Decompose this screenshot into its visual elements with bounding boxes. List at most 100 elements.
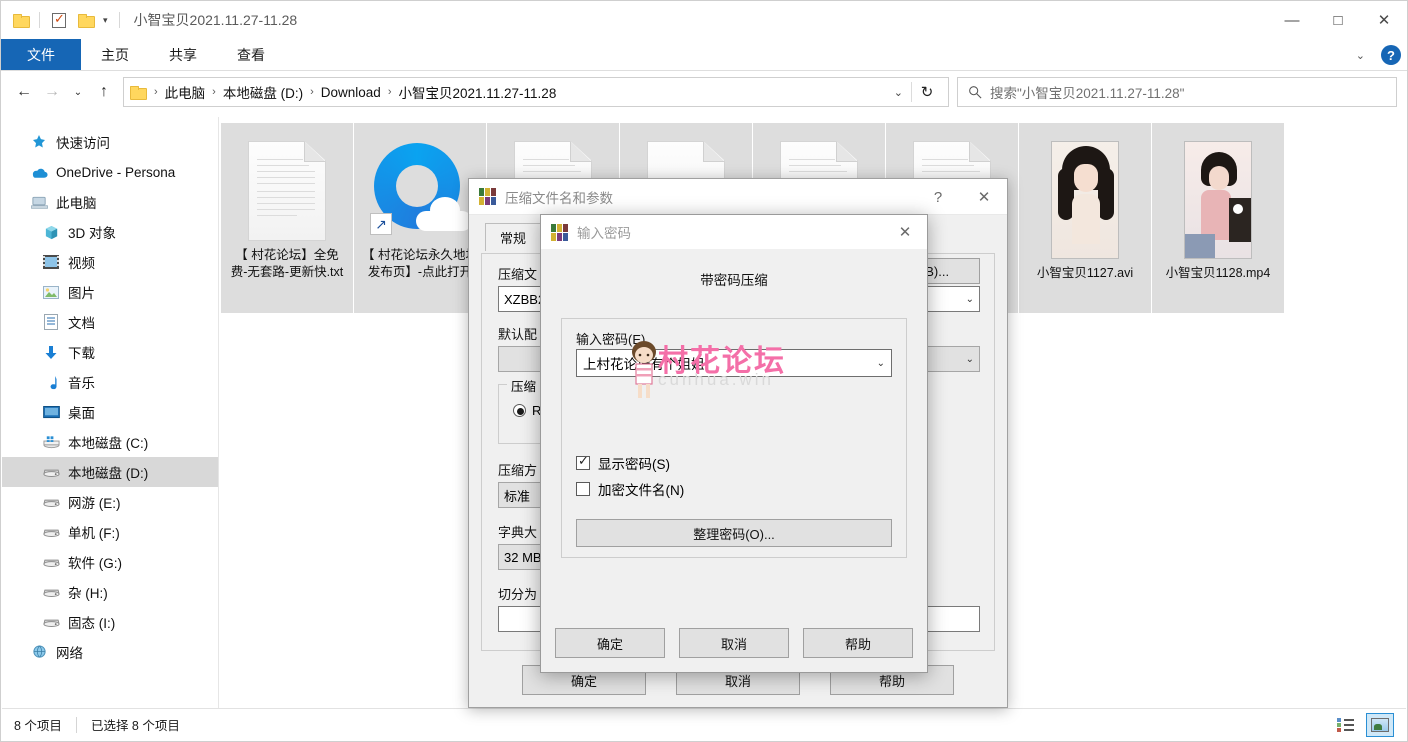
sidebar-item-label: 图片 <box>68 286 95 301</box>
tab-general[interactable]: 常规 <box>485 223 542 251</box>
sidebar-item-disk-h[interactable]: 杂 (H:) <box>2 577 218 607</box>
sidebar-item-label: 此电脑 <box>56 196 97 211</box>
folder-icon[interactable] <box>9 9 31 31</box>
help-icon[interactable]: ? <box>1381 45 1401 65</box>
breadcrumb-item-0[interactable]: 此电脑 <box>165 82 206 102</box>
large-icons-view-icon[interactable] <box>1366 712 1394 737</box>
search-input[interactable]: 搜索"小智宝贝2021.11.27-11.28" <box>990 82 1184 102</box>
tab-view[interactable]: 查看 <box>217 39 285 70</box>
search-box[interactable]: 搜索"小智宝贝2021.11.27-11.28" <box>957 77 1397 107</box>
sidebar-item-label: 杂 (H:) <box>68 586 108 601</box>
dialog-title-buttons: ? ✕ <box>915 179 1007 215</box>
show-password-row[interactable]: 显示密码(S) <box>576 453 670 473</box>
close-button[interactable]: ✕ <box>961 179 1007 215</box>
sidebar-item-pictures[interactable]: 图片 <box>2 277 218 307</box>
download-icon <box>42 343 60 361</box>
sidebar-item-label: 下载 <box>68 346 95 361</box>
search-icon <box>969 86 982 99</box>
chevron-down-icon[interactable]: ⌄ <box>877 358 885 369</box>
close-button[interactable]: ✕ <box>1361 1 1407 39</box>
divider <box>75 716 77 733</box>
star-pin-icon <box>30 133 48 151</box>
file-item[interactable]: 小智宝贝1127.avi <box>1019 123 1151 313</box>
maximize-button[interactable]: □ <box>1315 1 1361 39</box>
breadcrumb-item-1[interactable]: 本地磁盘 (D:) <box>223 82 303 102</box>
refresh-icon[interactable]: ↻ <box>912 83 942 101</box>
breadcrumb-item-2[interactable]: Download <box>321 85 381 100</box>
sidebar-item-disk-e[interactable]: 网游 (E:) <box>2 487 218 517</box>
quick-access-toolbar: ▾ <box>1 9 124 31</box>
minimize-button[interactable]: — <box>1269 1 1315 39</box>
chevron-down-icon[interactable]: ⌄ <box>966 354 974 365</box>
sidebar-item-label: OneDrive - Persona <box>56 164 176 180</box>
tab-home[interactable]: 主页 <box>81 39 149 70</box>
chevron-down-icon[interactable]: ▾ <box>100 15 111 26</box>
sidebar-item-disk-g[interactable]: 软件 (G:) <box>2 547 218 577</box>
sidebar-item-3d-objects[interactable]: 3D 对象 <box>2 217 218 247</box>
disk-icon <box>42 553 60 571</box>
cloud-icon <box>30 163 48 181</box>
title-bar: ▾ 小智宝贝2021.11.27-11.28 — □ ✕ <box>1 1 1407 39</box>
file-item[interactable]: ↗ 【 村花论坛永久地址发布页】-点此打开 <box>354 123 486 313</box>
close-button[interactable]: ✕ <box>883 215 927 249</box>
sidebar-item-documents[interactable]: 文档 <box>2 307 218 337</box>
cancel-button[interactable]: 取消 <box>679 628 789 658</box>
window-controls: — □ ✕ <box>1269 1 1407 39</box>
format-rar-radio[interactable] <box>513 404 526 417</box>
sidebar-item-quick-access[interactable]: 快速访问 <box>2 127 218 157</box>
file-name: 小智宝贝1128.mp4 <box>1165 266 1271 280</box>
dictionary-size-value: 32 MB <box>504 549 542 565</box>
breadcrumb-separator: › <box>310 86 314 98</box>
ok-button[interactable]: 确定 <box>555 628 665 658</box>
sidebar-item-downloads[interactable]: 下载 <box>2 337 218 367</box>
tab-file[interactable]: 文件 <box>1 39 81 70</box>
file-item[interactable]: 【 村花论坛】全免费-无套路-更新快.txt <box>221 123 353 313</box>
picture-icon <box>42 283 60 301</box>
navigation-pane: 快速访问 OneDrive - Persona 此电脑 3D 对象 视频 图片 … <box>2 117 219 708</box>
qq-browser-shortcut-icon: ↗ <box>370 141 472 241</box>
window-title: 小智宝贝2021.11.27-11.28 <box>133 12 298 28</box>
sidebar-item-disk-f[interactable]: 单机 (F:) <box>2 517 218 547</box>
sidebar-item-network[interactable]: 网络 <box>2 637 218 667</box>
new-folder-icon[interactable] <box>74 9 96 31</box>
music-icon <box>42 373 60 391</box>
item-count-label: 8 个项目 <box>14 719 62 733</box>
tab-share[interactable]: 共享 <box>149 39 217 70</box>
sidebar-item-local-disk-c[interactable]: 本地磁盘 (C:) <box>2 427 218 457</box>
disk-icon <box>42 463 60 481</box>
sidebar-item-onedrive[interactable]: OneDrive - Persona <box>2 157 218 187</box>
sidebar-item-desktop[interactable]: 桌面 <box>2 397 218 427</box>
disk-icon <box>42 583 60 601</box>
breadcrumb-item-3[interactable]: 小智宝贝2021.11.27-11.28 <box>398 82 556 102</box>
help-button[interactable]: ? <box>915 179 961 215</box>
sidebar-item-disk-i[interactable]: 固态 (I:) <box>2 607 218 637</box>
breadcrumb-separator: › <box>387 86 392 98</box>
dictionary-size-label: 字典大 <box>498 525 538 540</box>
sidebar-item-videos[interactable]: 视频 <box>2 247 218 277</box>
dialog-title-bar: 压缩文件名和参数 ? ✕ <box>469 179 1007 215</box>
archive-name-label: 压缩文 <box>498 267 538 282</box>
sidebar-item-music[interactable]: 音乐 <box>2 367 218 397</box>
folder-icon <box>130 86 147 100</box>
encrypt-filenames-checkbox[interactable] <box>576 482 590 496</box>
details-view-icon[interactable] <box>1332 713 1360 737</box>
properties-checkbox-icon[interactable] <box>48 9 70 31</box>
help-button[interactable]: 帮助 <box>803 628 913 658</box>
split-volumes-label: 切分为 <box>498 587 538 602</box>
up-button[interactable]: ↑ <box>91 78 117 106</box>
chevron-down-icon[interactable]: ⌄ <box>966 294 974 305</box>
recent-locations-button[interactable]: ⌄ <box>67 78 89 106</box>
encrypt-filenames-row[interactable]: 加密文件名(N) <box>576 479 684 499</box>
divider <box>118 12 120 28</box>
back-button[interactable]: ← <box>11 78 37 106</box>
password-input[interactable]: 上村花论坛有个姐姐 ⌄ <box>576 349 892 377</box>
address-bar[interactable]: › 此电脑 › 本地磁盘 (D:) › Download › 小智宝贝2021.… <box>123 77 949 107</box>
sidebar-item-this-pc[interactable]: 此电脑 <box>2 187 218 217</box>
chevron-down-icon[interactable]: ⌄ <box>886 86 911 99</box>
forward-button[interactable]: → <box>39 78 65 106</box>
file-item[interactable]: 小智宝贝1128.mp4 <box>1152 123 1284 313</box>
chevron-down-icon[interactable]: ⌄ <box>1350 49 1371 62</box>
sidebar-item-local-disk-d[interactable]: 本地磁盘 (D:) <box>2 457 218 487</box>
organize-passwords-button[interactable]: 整理密码(O)... <box>576 519 892 547</box>
show-password-checkbox[interactable] <box>576 453 590 470</box>
